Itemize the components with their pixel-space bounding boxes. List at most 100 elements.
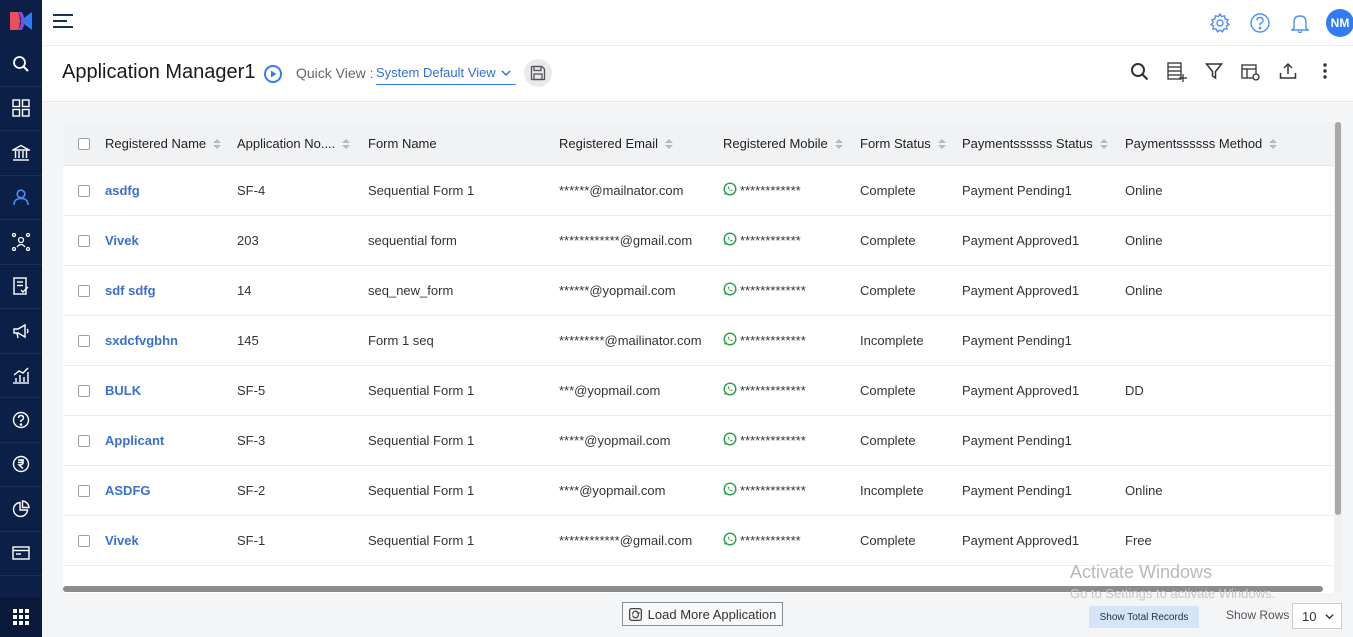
application-number: 203	[237, 233, 259, 248]
play-tutorial-icon[interactable]	[264, 65, 282, 88]
row-checkbox[interactable]	[78, 434, 90, 447]
form-name: Form 1 seq	[368, 333, 434, 348]
apps-grid-icon[interactable]	[0, 597, 42, 637]
column-header[interactable]: Application No....	[237, 136, 368, 151]
whatsapp-icon[interactable]	[723, 232, 737, 249]
table-settings-icon[interactable]	[1232, 62, 1269, 82]
payment-status: Payment Approved1	[962, 283, 1080, 298]
row-checkbox[interactable]	[78, 484, 90, 497]
quick-view-label: Quick View :	[296, 65, 374, 81]
pie-chart-icon[interactable]	[0, 487, 42, 532]
settings-gear-icon[interactable]	[1200, 12, 1240, 34]
sidebar-search-icon[interactable]	[0, 42, 42, 87]
filter-icon[interactable]	[1195, 62, 1232, 82]
whatsapp-icon[interactable]	[723, 482, 737, 499]
payment-method: Online	[1125, 183, 1163, 198]
refresh-icon	[628, 607, 642, 621]
payment-method: Online	[1125, 483, 1163, 498]
whatsapp-icon[interactable]	[723, 532, 737, 549]
registered-mobile: *************	[723, 482, 860, 499]
whatsapp-icon[interactable]	[723, 182, 737, 199]
sort-icon[interactable]	[937, 138, 946, 149]
payment-status: Payment Pending1	[962, 483, 1072, 498]
registered-name-link[interactable]: asdfg	[105, 183, 237, 198]
whatsapp-icon[interactable]	[723, 282, 737, 299]
table-row[interactable]: asdfg SF-4 Sequential Form 1 ******@mailnat…	[63, 166, 1342, 216]
row-checkbox[interactable]	[78, 334, 90, 347]
form-status: Incomplete	[860, 483, 924, 498]
registered-name-link[interactable]: sxdcfvgbhn	[105, 333, 237, 348]
form-name: Sequential Form 1	[368, 533, 475, 548]
row-checkbox[interactable]	[78, 284, 90, 297]
user-icon[interactable]	[0, 175, 42, 220]
sort-icon[interactable]	[342, 138, 351, 149]
column-header[interactable]: Form Name	[368, 136, 559, 151]
column-header[interactable]: Paymentssssss Method	[1125, 136, 1285, 151]
registered-name-link[interactable]: Vivek	[105, 533, 237, 548]
vertical-scrollbar[interactable]	[1334, 122, 1342, 593]
column-header[interactable]: Registered Name	[105, 136, 237, 151]
registered-email: ****@yopmail.com	[559, 483, 666, 498]
table-row[interactable]: sdf sdfg 14 seq_new_form ******@yopmail.com…	[63, 266, 1342, 316]
table-row[interactable]: Vivek 203 sequential form ************@gmai…	[63, 216, 1342, 266]
add-column-icon[interactable]	[1158, 62, 1195, 82]
whatsapp-icon[interactable]	[723, 382, 737, 399]
chevron-down-icon	[1325, 613, 1335, 619]
registered-name-link[interactable]: BULK	[105, 383, 237, 398]
row-checkbox[interactable]	[78, 534, 90, 547]
notification-bell-icon[interactable]	[1280, 12, 1320, 34]
institution-icon[interactable]	[0, 131, 42, 176]
registered-name-link[interactable]: Applicant	[105, 433, 237, 448]
sort-icon[interactable]	[213, 138, 222, 149]
row-checkbox[interactable]	[78, 234, 90, 247]
registered-email: *********@mailinator.com	[559, 333, 702, 348]
save-view-icon[interactable]	[524, 59, 552, 87]
table-row[interactable]: BULK SF-5 Sequential Form 1 ***@yopmail.com…	[63, 366, 1342, 416]
form-name: sequential form	[368, 233, 457, 248]
help-icon[interactable]	[1240, 12, 1280, 34]
table-row[interactable]: Applicant SF-3 Sequential Form 1 *****@yopm…	[63, 416, 1342, 466]
network-user-icon[interactable]	[0, 220, 42, 265]
registered-name-link[interactable]: Vivek	[105, 233, 237, 248]
column-header[interactable]: Registered Email	[559, 136, 723, 151]
registered-name-link[interactable]: ASDFG	[105, 483, 237, 498]
sort-icon[interactable]	[1269, 138, 1278, 149]
card-icon[interactable]	[0, 532, 42, 576]
registered-name-link[interactable]: sdf sdfg	[105, 283, 237, 298]
more-options-icon[interactable]	[1306, 62, 1343, 82]
user-avatar[interactable]: NM	[1326, 9, 1353, 37]
dashboard-icon[interactable]	[0, 87, 42, 131]
sort-icon[interactable]	[834, 138, 843, 149]
select-all-checkbox[interactable]	[78, 137, 90, 150]
table-row[interactable]: sxdcfvgbhn 145 Form 1 seq *********@mailina…	[63, 316, 1342, 366]
rows-per-page-select[interactable]: 10	[1292, 603, 1342, 629]
form-name: seq_new_form	[368, 283, 454, 298]
page-title: Application Manager1	[62, 61, 256, 83]
table-row[interactable]: Vivek SF-1 Sequential Form 1 ************@g…	[63, 516, 1342, 566]
rupee-icon[interactable]	[0, 443, 42, 487]
menu-toggle-icon[interactable]	[53, 13, 75, 34]
search-icon[interactable]	[1121, 62, 1158, 82]
analytics-icon[interactable]	[0, 354, 42, 398]
megaphone-icon[interactable]	[0, 309, 42, 354]
table-row[interactable]: ASDFG SF-2 Sequential Form 1 ****@yopmail.c…	[63, 466, 1342, 516]
column-header[interactable]: Paymentssssss Status	[962, 136, 1125, 151]
application-number: SF-5	[237, 383, 266, 398]
column-header[interactable]: Form Status	[860, 136, 962, 151]
quick-view-select[interactable]: System Default View	[376, 63, 516, 85]
export-upload-icon[interactable]	[1269, 62, 1306, 82]
whatsapp-icon[interactable]	[723, 332, 737, 349]
load-more-button[interactable]: Load More Application	[622, 602, 783, 626]
show-total-records-button[interactable]: Show Total Records	[1089, 606, 1199, 628]
sort-icon[interactable]	[665, 138, 673, 149]
row-checkbox[interactable]	[78, 184, 90, 197]
form-status: Complete	[860, 533, 916, 548]
column-header[interactable]: Registered Mobile	[723, 136, 860, 151]
sort-icon[interactable]	[1099, 138, 1108, 149]
help-circle-icon[interactable]	[0, 398, 42, 443]
row-checkbox[interactable]	[78, 384, 90, 397]
whatsapp-icon[interactable]	[723, 432, 737, 449]
form-checklist-icon[interactable]	[0, 265, 42, 309]
form-status: Complete	[860, 233, 916, 248]
app-logo[interactable]	[0, 0, 42, 42]
